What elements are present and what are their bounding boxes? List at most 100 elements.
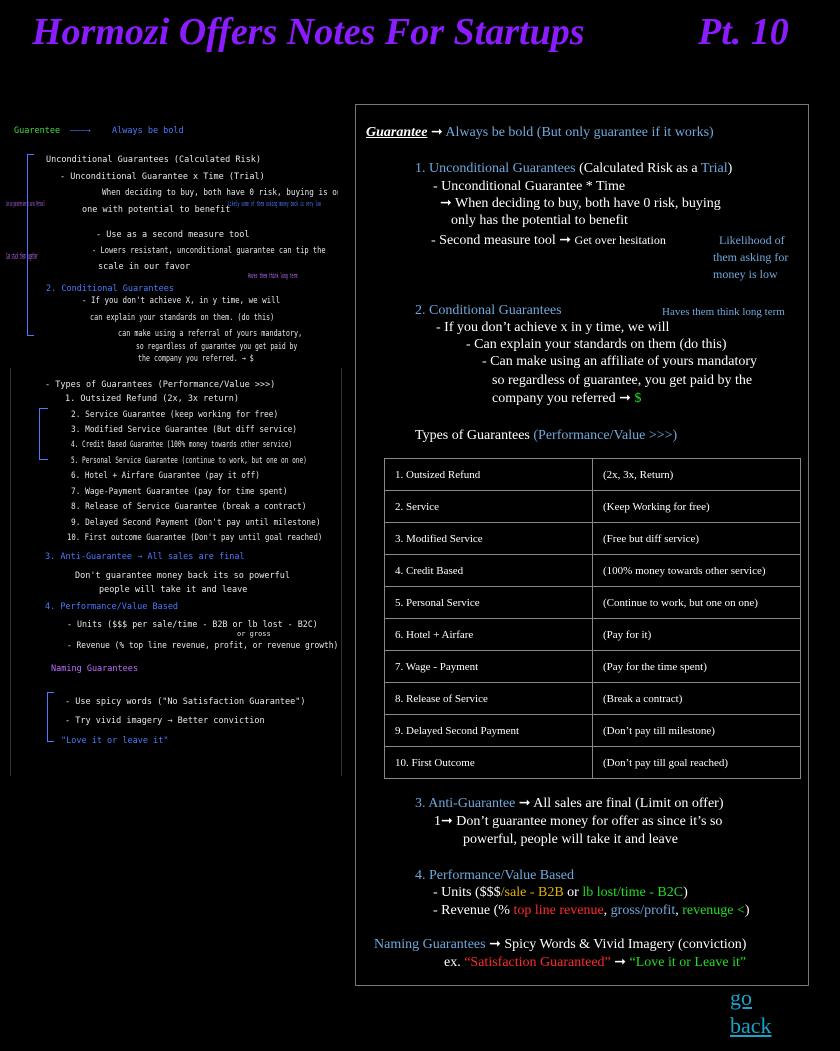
table-row: 2. Service (Keep Working for free)	[384, 490, 801, 523]
guarantee-type-cell: 7. Wage - Payment	[384, 650, 593, 683]
s2-line-text: company you referred	[492, 391, 616, 406]
hw-line: - Unconditional Guarantee x Time (Trial)	[60, 172, 265, 182]
s1-trial: Trial	[700, 161, 728, 176]
hw-line: When deciding to buy, both have 0 risk, …	[102, 188, 338, 198]
handwritten-notes-image-1: Guarentee ———→ Always be bold Unconditio…	[0, 112, 338, 366]
s3-desc: All sales are final (Limit on offer)	[533, 796, 724, 811]
hw-line: 5. Personal Service Guarantee (continue …	[71, 456, 307, 466]
guarantee-type-cell: 1. Outsized Refund	[384, 458, 593, 491]
s4-text-blue: gross/profit	[610, 903, 676, 918]
s4-text: )	[744, 903, 750, 918]
table-row: 9. Delayed Second Payment (Don’t pay till…	[384, 714, 801, 747]
header: Hormozi Offers Notes For Startups Pt. 10	[30, 10, 810, 60]
hw-line: Haves them think long term	[248, 272, 298, 280]
s3-num: 1	[434, 814, 441, 829]
naming-title: Naming Guarantees	[374, 937, 486, 952]
s2-side-note: Haves them think long term	[662, 306, 785, 318]
hw-bracket	[39, 408, 48, 460]
guarantee-heading: Guarantee	[366, 125, 428, 140]
guarantee-line: Guarantee ➞ Always be bold (But only gua…	[366, 124, 714, 142]
hw-line: so regardless of guarantee you get paid …	[136, 342, 298, 352]
hw-line: - Use spicy words ("No Satisfaction Guar…	[65, 697, 306, 707]
arrow-icon: ➞	[440, 196, 455, 211]
s2-title: 2. Conditional Guarantees	[415, 303, 562, 318]
arrow-icon: ➞	[441, 814, 457, 829]
hw-line: Naming Guarantees	[51, 664, 138, 674]
hw-line: 8. Release of Service Guarantee (break a…	[71, 502, 307, 512]
guarantee-types-table: 1. Outsized Refund (2x, 3x, Return) 2. Ser…	[384, 458, 801, 779]
naming-desc: Spicy Words & Vivid Imagery (conviction)	[504, 937, 747, 952]
table-row: 4. Credit Based (100% money towards other…	[384, 554, 801, 587]
s3-title: 3. Anti-Guarantee	[415, 796, 516, 811]
hw-line: - Units ($$$ per sale/time - B2B or lb l…	[67, 620, 318, 630]
hw-line: 2. Conditional Guarantees	[46, 284, 174, 294]
guarantee-type-cell: 3. Modified Service	[384, 522, 593, 555]
s2-line: so regardless of guarantee, you get paid…	[492, 373, 753, 388]
hw-line: 1. Outsized Refund (2x, 3x return)	[65, 394, 239, 404]
guarantee-desc-cell: (100% money towards other service)	[592, 554, 801, 587]
guarantee-desc-cell: (Continue to work, but one on one)	[592, 586, 801, 619]
s2-line: - Can explain your standards on them (do…	[466, 337, 727, 352]
hw-bracket	[47, 692, 54, 742]
s4-text: )	[683, 885, 688, 900]
handwritten-notes-image-2: - Types of Guarantees (Performance/Value…	[10, 368, 342, 776]
guarantee-type-cell: 9. Delayed Second Payment	[384, 714, 593, 747]
hw-line: - Revenue (% top line revenue, profit, o…	[67, 641, 339, 651]
table-row: 3. Modified Service (Free but diff servic…	[384, 522, 801, 555]
guarantee-desc-cell: (Free but diff service)	[592, 522, 801, 555]
table-row: 1. Outsized Refund (2x, 3x, Return)	[384, 458, 801, 491]
hw-line: Unconditional Guarantees (Calculated Ris…	[46, 155, 261, 165]
part-number: Pt. 10	[698, 11, 789, 53]
guarantee-type-cell: 10. First Outcome	[384, 746, 593, 779]
guarantee-desc-cell: (Break a contract)	[592, 682, 801, 715]
guarantee-type-cell: 5. Personal Service	[384, 586, 593, 619]
s1-title: 1. Unconditional Guarantees	[415, 161, 576, 176]
hw-line: Likely some of them asking money back is…	[228, 200, 321, 208]
guarantee-desc-cell: (Keep Working for free)	[592, 490, 801, 523]
hw-line: can make using a referral of yours manda…	[118, 329, 303, 339]
hw-line: - Try vivid imagery → Better conviction	[65, 716, 265, 726]
go-link[interactable]: go	[730, 984, 772, 1012]
s4-text-green: revenuge <	[682, 903, 745, 918]
s1-line: - Second measure tool ➞ Get over hesitat…	[431, 231, 666, 250]
hw-arrow: ———→	[70, 126, 91, 136]
s1-paren-close: )	[727, 161, 733, 176]
types-heading: Types of Guarantees (Performance/Value >…	[415, 427, 677, 445]
s1-title-line: 1. Unconditional Guarantees (Calculated …	[415, 160, 732, 178]
hw-line: Guarentee	[14, 126, 61, 136]
hw-line: 3. Modified Service Guarantee (But diff …	[71, 425, 297, 435]
s1-line-text: - Second measure tool	[431, 233, 556, 248]
arrow-icon: ➞	[430, 125, 446, 140]
hw-line: - Types of Guarantees (Performance/Value…	[45, 380, 276, 390]
guarantee-type-cell: 6. Hotel + Airfare	[384, 618, 593, 651]
hw-line: 4. Performance/Value Based	[45, 602, 179, 612]
guarantee-desc-cell: (2x, 3x, Return)	[592, 458, 801, 491]
hw-line: 6. Hotel + Airfare Guarantee (pay it off…	[71, 471, 260, 481]
s1-side-note: them asking for	[713, 250, 789, 264]
hw-line: Always be bold	[112, 126, 184, 136]
naming-example-line: ex. “Satisfaction Guaranteed” ➞ “Love it…	[444, 954, 746, 972]
hw-line: - If you don't achieve X, in y time, we …	[82, 296, 281, 306]
s4-text: - Units ($$$	[433, 885, 501, 900]
hw-line: one with potential to benefit	[82, 205, 231, 215]
hw-line: people will take it and leave	[99, 585, 248, 595]
types-label: Types of Guarantees	[415, 428, 530, 443]
back-link[interactable]: back	[730, 1012, 772, 1040]
s4-title: 4. Performance/Value Based	[415, 868, 574, 883]
arrow-icon: ➞	[614, 955, 630, 970]
s4-revenue-line: - Revenue (% top line revenue, gross/pro…	[433, 902, 750, 920]
table-row: 5. Personal Service (Continue to work, bu…	[384, 586, 801, 619]
arrow-icon: ➞	[518, 796, 534, 811]
naming-ex: ex.	[444, 955, 461, 970]
guarantee-type-cell: 2. Service	[384, 490, 593, 523]
hw-line: 2. Service Guarantee (keep working for f…	[71, 410, 279, 420]
guarantee-desc-cell: (Don’t pay till milestone)	[592, 714, 801, 747]
s1-line: - Unconditional Guarantee * Time	[433, 179, 626, 194]
hw-line: - Use as a second measure tool	[96, 230, 250, 240]
dollar-sign: $	[634, 391, 642, 406]
table-row: 8. Release of Service (Break a contract)	[384, 682, 801, 715]
hw-line: 4. Credit Based Guarantee (100% money to…	[71, 440, 293, 450]
guarantee-desc-cell: (Pay for the time spent)	[592, 650, 801, 683]
s1-paren: (Calculated Risk as a	[579, 161, 698, 176]
s1-line-note: Get over hesitation	[574, 233, 666, 247]
